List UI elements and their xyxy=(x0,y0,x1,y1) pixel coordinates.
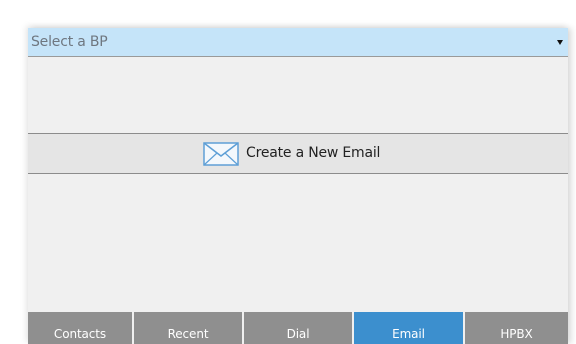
tab-contacts[interactable]: Contacts xyxy=(28,312,132,344)
tab-label: HPBX xyxy=(500,327,533,341)
tab-label: Email xyxy=(392,327,425,341)
tab-label: Contacts xyxy=(53,327,107,341)
tab-email[interactable]: Email xyxy=(354,312,463,344)
create-new-email-button[interactable]: Create a New Email xyxy=(28,133,568,174)
email-panel: Select a BP Create a New Email Contacts … xyxy=(28,28,568,344)
tab-label: Recent xyxy=(167,327,209,341)
tab-dial[interactable]: Dial xyxy=(244,312,352,344)
create-new-email-label: Create a New Email xyxy=(246,145,381,161)
tab-hpbx[interactable]: HPBX xyxy=(465,312,568,344)
dropdown-arrow-icon xyxy=(557,40,563,45)
bp-select-placeholder: Select a BP xyxy=(31,34,108,50)
tab-recent[interactable]: Recent xyxy=(134,312,242,344)
bottom-tab-bar: Contacts Recent Dial Email HPBX xyxy=(28,312,568,344)
bp-select-dropdown[interactable]: Select a BP xyxy=(28,28,568,57)
tab-label: Dial xyxy=(286,327,310,341)
envelope-icon xyxy=(203,142,239,166)
